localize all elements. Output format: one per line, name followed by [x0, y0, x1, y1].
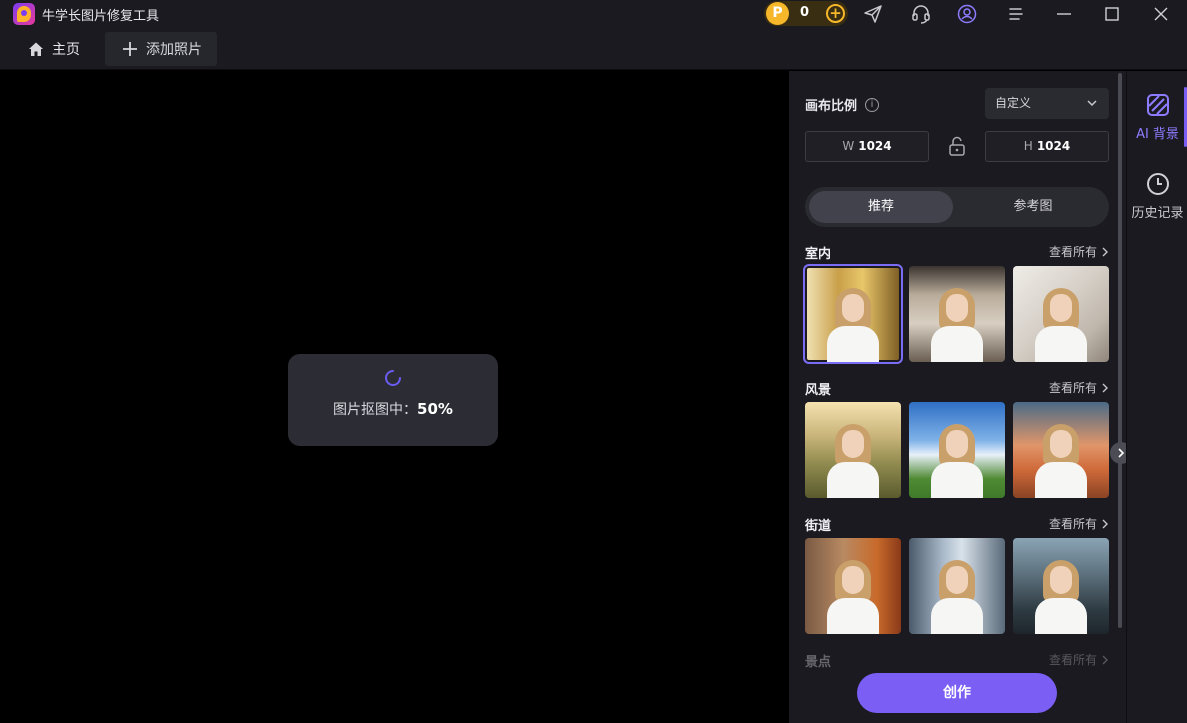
- section-title: 景点: [805, 655, 832, 670]
- view-all-label: 查看所有: [1048, 381, 1097, 395]
- canvas-ratio-label: 画布比例: [805, 99, 858, 114]
- section-title: 街道: [805, 519, 832, 534]
- thumb-street-city[interactable]: [909, 538, 1005, 634]
- width-field[interactable]: W 1024: [805, 131, 929, 162]
- chevron-right-icon: [1102, 519, 1108, 528]
- scenery-thumbnails: [805, 402, 1132, 498]
- thumb-street-autumn[interactable]: [805, 538, 901, 634]
- add-photo-button[interactable]: 添加照片: [105, 32, 217, 66]
- portrait-figure: [827, 554, 879, 634]
- view-all-street-link[interactable]: 查看所有: [1049, 515, 1109, 532]
- section-title: 室内: [805, 247, 832, 262]
- home-button[interactable]: 主页: [18, 34, 90, 64]
- ai-background-panel: 画布比例 i 自定义 W1024 H1024 推荐 参考图 室内 查看所有: [789, 71, 1132, 723]
- chevron-right-icon: [1102, 383, 1108, 392]
- title-bar: 牛学长图片修复工具 P 0 +: [0, 0, 1187, 28]
- view-all-label: 查看所有: [1048, 653, 1097, 667]
- portrait-figure: [931, 554, 983, 634]
- app-logo-icon: [13, 3, 35, 25]
- portrait-figure: [1035, 418, 1087, 498]
- coin-balance[interactable]: P 0 +: [764, 1, 848, 26]
- rail-label: AI 背景: [1136, 127, 1179, 142]
- home-label: 主页: [52, 42, 80, 58]
- chevron-right-icon: [1118, 448, 1125, 458]
- rail-item-ai-background[interactable]: AI 背景: [1127, 93, 1187, 142]
- thumb-scenery-wheat[interactable]: [805, 402, 901, 498]
- width-value: 1024: [858, 139, 892, 153]
- tab-reference-image[interactable]: 参考图: [961, 191, 1105, 223]
- view-all-scenery-link[interactable]: 查看所有: [1049, 379, 1109, 396]
- chevron-down-icon: [1087, 100, 1097, 107]
- portrait-figure: [931, 282, 983, 362]
- maximize-icon[interactable]: [1101, 3, 1123, 25]
- rail-item-history[interactable]: 历史记录: [1127, 172, 1187, 221]
- menu-bar: 主页 添加照片: [0, 28, 1187, 70]
- height-value: 1024: [1036, 139, 1071, 153]
- progress-label: 图片抠图中：: [333, 402, 418, 418]
- menu-icon[interactable]: [1005, 3, 1027, 25]
- portrait-figure: [1035, 282, 1087, 362]
- send-icon[interactable]: [862, 3, 884, 25]
- canvas-ratio-row: 画布比例 i: [805, 95, 880, 114]
- thumb-indoor-luxury[interactable]: [909, 266, 1005, 362]
- height-field[interactable]: H 1024: [985, 131, 1109, 162]
- rail-label: 历史记录: [1131, 206, 1184, 221]
- cutout-progress-card: 图片抠图中：50%: [288, 354, 498, 446]
- coin-icon: P: [766, 2, 789, 25]
- background-source-tabs: 推荐 参考图: [805, 187, 1109, 227]
- progress-text: 图片抠图中：50%: [288, 399, 498, 419]
- thumb-scenery-meadow[interactable]: [909, 402, 1005, 498]
- thumb-scenery-desert[interactable]: [1013, 402, 1109, 498]
- view-all-attractions-link[interactable]: 查看所有: [1049, 651, 1109, 668]
- canvas-ratio-select[interactable]: 自定义: [985, 88, 1109, 119]
- view-all-label: 查看所有: [1048, 517, 1097, 531]
- minimize-icon[interactable]: [1053, 3, 1075, 25]
- section-title: 风景: [805, 383, 832, 398]
- loading-spinner-icon: [385, 370, 401, 386]
- ai-background-icon: [1146, 94, 1169, 116]
- thumb-indoor-marble[interactable]: [1013, 266, 1109, 362]
- thumb-street-mountain-town[interactable]: [1013, 538, 1109, 634]
- home-icon: [29, 42, 43, 56]
- section-street-header: 街道 查看所有: [805, 515, 1109, 534]
- section-indoor-header: 室内 查看所有: [805, 243, 1109, 262]
- tool-rail: AI 背景 历史记录: [1126, 71, 1187, 723]
- thumb-indoor-golden[interactable]: [803, 264, 903, 364]
- coin-count: 0: [800, 5, 810, 20]
- support-headset-icon[interactable]: [910, 3, 932, 25]
- close-icon[interactable]: [1150, 3, 1172, 25]
- history-clock-icon: [1146, 173, 1169, 195]
- info-icon[interactable]: i: [865, 97, 880, 112]
- add-photo-label: 添加照片: [146, 42, 202, 58]
- view-all-indoor-link[interactable]: 查看所有: [1049, 243, 1109, 260]
- create-button[interactable]: 创作: [857, 673, 1057, 713]
- portrait-figure: [931, 418, 983, 498]
- view-all-label: 查看所有: [1048, 245, 1097, 259]
- panel-scrollbar[interactable]: [1118, 73, 1122, 628]
- chevron-right-icon: [1102, 655, 1108, 664]
- indoor-thumbnails: [803, 264, 1109, 364]
- section-attractions-header: 景点 查看所有: [805, 651, 1109, 670]
- portrait-figure: [1035, 554, 1087, 634]
- canvas-ratio-value: 自定义: [995, 96, 1032, 110]
- section-scenery-header: 风景 查看所有: [805, 379, 1109, 398]
- chevron-right-icon: [1102, 247, 1108, 256]
- unlock-ratio-icon[interactable]: [946, 135, 968, 157]
- width-label: W: [842, 139, 855, 153]
- portrait-figure: [827, 282, 879, 362]
- height-label: H: [1023, 139, 1033, 153]
- plus-icon: [123, 42, 137, 56]
- app-title: 牛学长图片修复工具: [42, 9, 160, 24]
- image-canvas: 图片抠图中：50%: [0, 71, 789, 723]
- street-thumbnails: [805, 538, 1109, 634]
- progress-value: 50%: [417, 400, 453, 418]
- add-coins-icon[interactable]: +: [826, 4, 845, 23]
- portrait-figure: [827, 418, 879, 498]
- tab-recommended[interactable]: 推荐: [809, 191, 953, 223]
- account-icon[interactable]: [956, 3, 978, 25]
